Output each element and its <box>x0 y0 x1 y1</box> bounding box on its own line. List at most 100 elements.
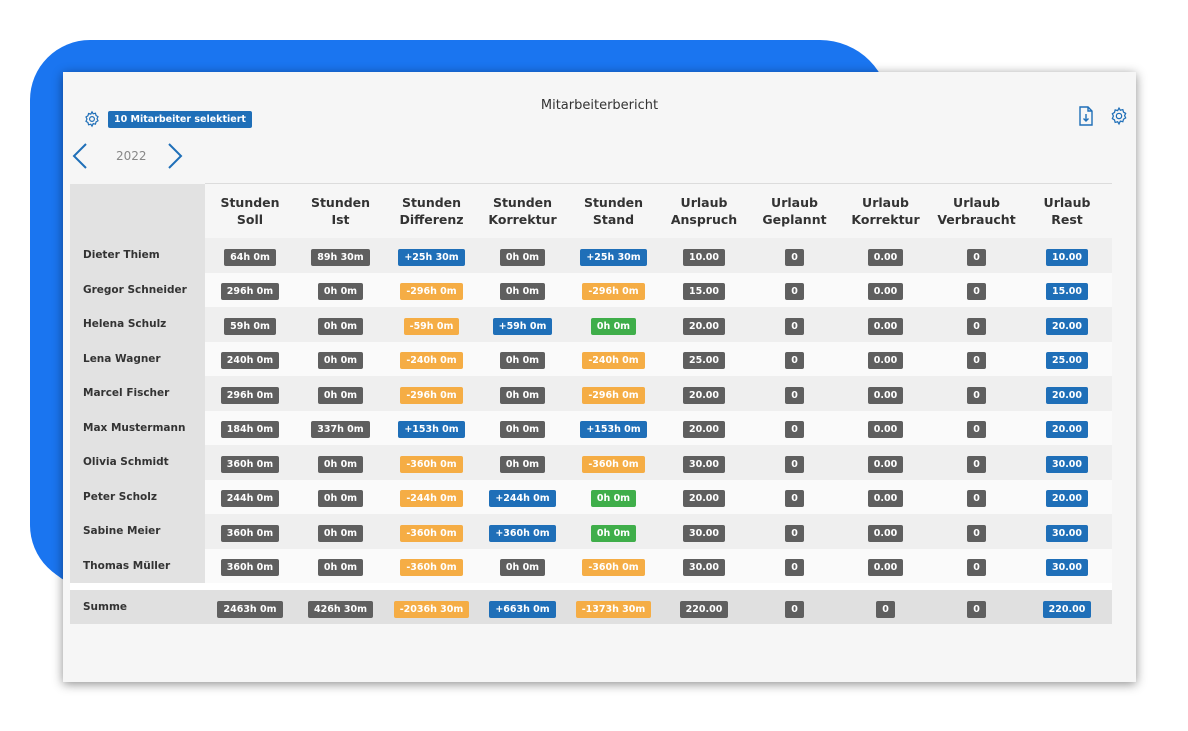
selection-badge[interactable]: 10 Mitarbeiter selektiert <box>108 111 252 128</box>
employee-name[interactable]: Lena Wagner <box>70 341 205 376</box>
table-cell: -2036h 30m <box>386 590 477 624</box>
table-cell: -360h 0m <box>568 548 659 583</box>
column-header[interactable]: Urlaub Rest <box>1022 183 1112 238</box>
value-badge: 0h 0m <box>317 352 364 370</box>
value-badge: -360h 0m <box>582 455 645 473</box>
value-badge: -296h 0m <box>582 386 645 404</box>
value-badge: 30.00 <box>682 524 726 542</box>
value-badge: 20.00 <box>682 421 726 439</box>
value-badge: 0 <box>785 490 804 508</box>
year-label: 2022 <box>116 149 147 163</box>
table-row: Olivia Schmidt 360h 0m 0h 0m -360h 0m 0h 0m -… <box>70 445 1112 480</box>
column-header-line1: Stunden <box>583 195 644 210</box>
column-header[interactable]: Urlaub Verbraucht <box>931 183 1022 238</box>
column-header[interactable]: Stunden Korrektur <box>477 183 568 238</box>
value-badge: 0h 0m <box>317 317 364 335</box>
value-badge: 0.00 <box>867 455 904 473</box>
value-badge: 30.00 <box>1045 524 1089 542</box>
employee-name[interactable]: Gregor Schneider <box>70 272 205 307</box>
employee-name[interactable]: Olivia Schmidt <box>70 445 205 480</box>
chevron-right-icon[interactable] <box>166 142 184 170</box>
report-panel: 10 Mitarbeiter selektiert Mitarbeiterber… <box>63 72 1136 682</box>
spacer-cell <box>70 583 1112 590</box>
chevron-left-icon[interactable] <box>71 142 89 170</box>
column-header-line2: Rest <box>1051 212 1083 227</box>
column-header[interactable]: Stunden Ist <box>295 183 386 238</box>
value-badge: 0 <box>967 248 986 266</box>
value-badge: 15.00 <box>682 283 726 301</box>
table-cell: -360h 0m <box>386 514 477 549</box>
employee-name[interactable]: Dieter Thiem <box>70 238 205 273</box>
value-badge: 20.00 <box>682 317 726 335</box>
value-badge: -2036h 30m <box>393 600 470 618</box>
value-badge: 0 <box>967 559 986 577</box>
table-cell: 0 <box>931 479 1022 514</box>
column-header-line2: Geplannt <box>762 212 827 227</box>
employee-name[interactable]: Marcel Fischer <box>70 376 205 411</box>
value-badge: 0h 0m <box>590 317 637 335</box>
column-header-line1: Stunden <box>492 195 553 210</box>
table-cell: 0.00 <box>840 238 931 273</box>
column-header[interactable]: Urlaub Anspruch <box>659 183 749 238</box>
table-cell: +25h 30m <box>386 238 477 273</box>
value-badge: 0h 0m <box>317 490 364 508</box>
table-cell: -1373h 30m <box>568 590 659 624</box>
value-badge: 244h 0m <box>220 490 280 508</box>
value-badge: 0.00 <box>867 524 904 542</box>
value-badge: 0 <box>967 524 986 542</box>
table-row: Max Mustermann 184h 0m 337h 0m +153h 0m 0h 0… <box>70 410 1112 445</box>
name-column-header <box>70 183 205 238</box>
table-cell: 10.00 <box>1022 238 1112 273</box>
table-cell: +59h 0m <box>477 307 568 342</box>
table-cell: 25.00 <box>1022 341 1112 376</box>
column-header-line2: Korrektur <box>488 212 557 227</box>
column-header[interactable]: Urlaub Korrektur <box>840 183 931 238</box>
value-badge: -296h 0m <box>400 386 463 404</box>
table-cell: 0 <box>749 341 840 376</box>
employee-name[interactable]: Helena Schulz <box>70 307 205 342</box>
value-badge: +153h 0m <box>580 421 647 439</box>
table-cell: 0 <box>749 307 840 342</box>
table-cell: -296h 0m <box>568 376 659 411</box>
employee-name[interactable]: Peter Scholz <box>70 479 205 514</box>
sum-row: Summe 2463h 0m 426h 30m -2036h 30m +663h 0m -… <box>70 590 1112 624</box>
column-header[interactable]: Stunden Soll <box>205 183 295 238</box>
value-badge: -296h 0m <box>400 283 463 301</box>
value-badge: 0.00 <box>867 386 904 404</box>
value-badge: 10.00 <box>1045 248 1089 266</box>
employee-name[interactable]: Sabine Meier <box>70 514 205 549</box>
column-header[interactable]: Urlaub Geplannt <box>749 183 840 238</box>
employee-name[interactable]: Max Mustermann <box>70 410 205 445</box>
value-badge: 20.00 <box>1045 421 1089 439</box>
column-header[interactable]: Stunden Stand <box>568 183 659 238</box>
table-cell: +153h 0m <box>568 410 659 445</box>
value-badge: 0 <box>785 455 804 473</box>
table-cell: 0 <box>931 272 1022 307</box>
employee-name[interactable]: Thomas Müller <box>70 548 205 583</box>
table-cell: 0 <box>931 548 1022 583</box>
table-row: Marcel Fischer 296h 0m 0h 0m -296h 0m 0h 0m -… <box>70 376 1112 411</box>
value-badge: 0 <box>785 559 804 577</box>
table-cell: 0 <box>749 548 840 583</box>
column-header-line1: Urlaub <box>771 195 818 210</box>
value-badge: 10.00 <box>682 248 726 266</box>
value-badge: +153h 0m <box>398 421 465 439</box>
settings-gear-icon[interactable] <box>1109 106 1129 126</box>
column-header[interactable]: Stunden Differenz <box>386 183 477 238</box>
table-cell: 0h 0m <box>477 410 568 445</box>
table-cell: -296h 0m <box>386 272 477 307</box>
value-badge: 20.00 <box>682 490 726 508</box>
table-cell: 0 <box>931 445 1022 480</box>
value-badge: 30.00 <box>682 559 726 577</box>
value-badge: 20.00 <box>682 386 726 404</box>
value-badge: -360h 0m <box>582 559 645 577</box>
value-badge: 0.00 <box>867 421 904 439</box>
column-header-line1: Urlaub <box>953 195 1000 210</box>
value-badge: 0 <box>785 600 804 618</box>
table-cell: 0.00 <box>840 272 931 307</box>
employee-name[interactable]: Summe <box>70 590 205 624</box>
document-icon[interactable] <box>1078 106 1094 126</box>
value-badge: -360h 0m <box>400 455 463 473</box>
value-badge: 337h 0m <box>311 421 370 439</box>
value-badge: 296h 0m <box>220 386 280 404</box>
